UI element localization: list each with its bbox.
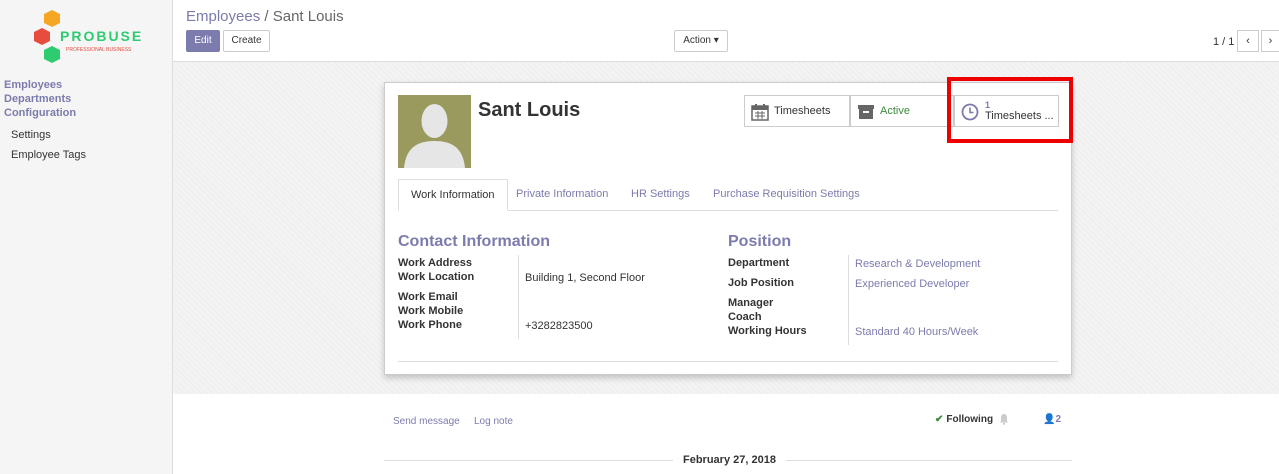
tab-work-information[interactable]: Work Information	[398, 179, 508, 211]
followers-count: 2	[1055, 414, 1062, 425]
position-divider	[848, 255, 849, 345]
sidebar-item-departments[interactable]: Departments	[4, 92, 76, 106]
following-button[interactable]: ✔ Following	[935, 414, 993, 425]
manager-label: Manager	[728, 297, 774, 309]
tab-purchase-requisition-settings[interactable]: Purchase Requisition Settings	[701, 179, 872, 211]
bell-icon[interactable]	[999, 413, 1009, 425]
logo-graphic: PROBUSE PROFESSIONAL BUSINESS	[34, 10, 143, 63]
sidebar-menu: Employees Departments Configuration	[4, 78, 76, 120]
breadcrumb-current: Sant Louis	[272, 8, 344, 25]
message-date: February 27, 2018	[673, 454, 786, 466]
work-email-label: Work Email	[398, 291, 458, 303]
active-label: Active	[880, 105, 910, 117]
working-hours-label: Working Hours	[728, 325, 807, 337]
employee-name: Sant Louis	[478, 99, 581, 121]
svg-text:PROFESSIONAL BUSINESS: PROFESSIONAL BUSINESS	[66, 47, 132, 53]
edit-button[interactable]: Edit	[186, 30, 220, 52]
notebook-tabs: Work Information Private Information HR …	[398, 179, 1058, 211]
probuse-logo[interactable]: PROBUSE PROFESSIONAL BUSINESS	[30, 8, 145, 66]
breadcrumb-parent[interactable]: Employees	[186, 8, 260, 25]
action-dropdown[interactable]: Action ▾	[674, 30, 728, 52]
user-icon: 👤	[1043, 414, 1056, 425]
control-panel: Employees / Sant Louis Edit Create Actio…	[173, 0, 1279, 62]
chevron-right-icon[interactable]: ›	[1261, 30, 1279, 52]
department-label: Department	[728, 257, 790, 269]
caret-down-icon: ▾	[713, 35, 719, 46]
breadcrumb: Employees / Sant Louis	[186, 8, 344, 25]
work-phone-label: Work Phone	[398, 319, 462, 331]
timesheets-button[interactable]: Timesheets	[744, 95, 850, 127]
coach-label: Coach	[728, 311, 762, 323]
chatter: Send message Log note ✔ Following 👤2 Febr…	[173, 394, 1279, 474]
work-mobile-label: Work Mobile	[398, 305, 464, 317]
tab-hr-settings[interactable]: HR Settings	[619, 179, 702, 211]
contact-divider	[518, 255, 519, 339]
work-phone-value[interactable]: +3282823500	[525, 320, 593, 332]
followers-button[interactable]: 👤2	[1043, 414, 1061, 425]
job-position-link[interactable]: Experienced Developer	[855, 278, 969, 290]
position-title: Position	[728, 233, 792, 250]
highlight-box	[947, 77, 1073, 143]
form-background: Sant Louis Timesheets Active 1 Timesheet…	[173, 62, 1279, 394]
tab-private-information[interactable]: Private Information	[504, 179, 620, 211]
svg-text:PROBUSE: PROBUSE	[60, 28, 143, 44]
calendar-icon	[751, 104, 769, 121]
sidebar: PROBUSE PROFESSIONAL BUSINESS Employees …	[0, 0, 173, 474]
work-location-value[interactable]: Building 1, Second Floor	[525, 272, 645, 284]
employee-avatar[interactable]	[398, 95, 471, 168]
sidebar-item-settings[interactable]: Settings	[11, 125, 86, 145]
sidebar-submenu: Settings Employee Tags	[11, 125, 86, 165]
pager-value: 1 / 1	[1213, 36, 1235, 48]
sidebar-item-employee-tags[interactable]: Employee Tags	[11, 145, 86, 165]
active-toggle-button[interactable]: Active	[850, 95, 954, 127]
contact-information-title: Contact Information	[398, 233, 550, 250]
department-link[interactable]: Research & Development	[855, 258, 980, 270]
working-hours-link[interactable]: Standard 40 Hours/Week	[855, 326, 978, 338]
work-address-label: Work Address	[398, 257, 472, 269]
person-placeholder-icon	[398, 95, 471, 168]
work-location-label: Work Location	[398, 271, 475, 283]
following-label: Following	[946, 414, 994, 425]
timesheets-label: Timesheets	[774, 105, 831, 117]
create-button[interactable]: Create	[223, 30, 270, 52]
send-message-button[interactable]: Send message	[393, 416, 460, 427]
chevron-left-icon[interactable]: ‹	[1237, 30, 1259, 52]
sidebar-item-configuration[interactable]: Configuration	[4, 106, 76, 120]
log-note-button[interactable]: Log note	[474, 416, 513, 427]
sidebar-item-employees[interactable]: Employees	[4, 78, 76, 92]
action-label: Action	[683, 35, 711, 46]
form-sheet: Sant Louis Timesheets Active 1 Timesheet…	[384, 77, 1073, 375]
form-bottom-divider	[398, 361, 1058, 362]
check-icon: ✔	[935, 414, 944, 425]
breadcrumb-separator: /	[264, 8, 269, 25]
job-position-label: Job Position	[728, 277, 794, 289]
archive-icon	[858, 105, 874, 119]
